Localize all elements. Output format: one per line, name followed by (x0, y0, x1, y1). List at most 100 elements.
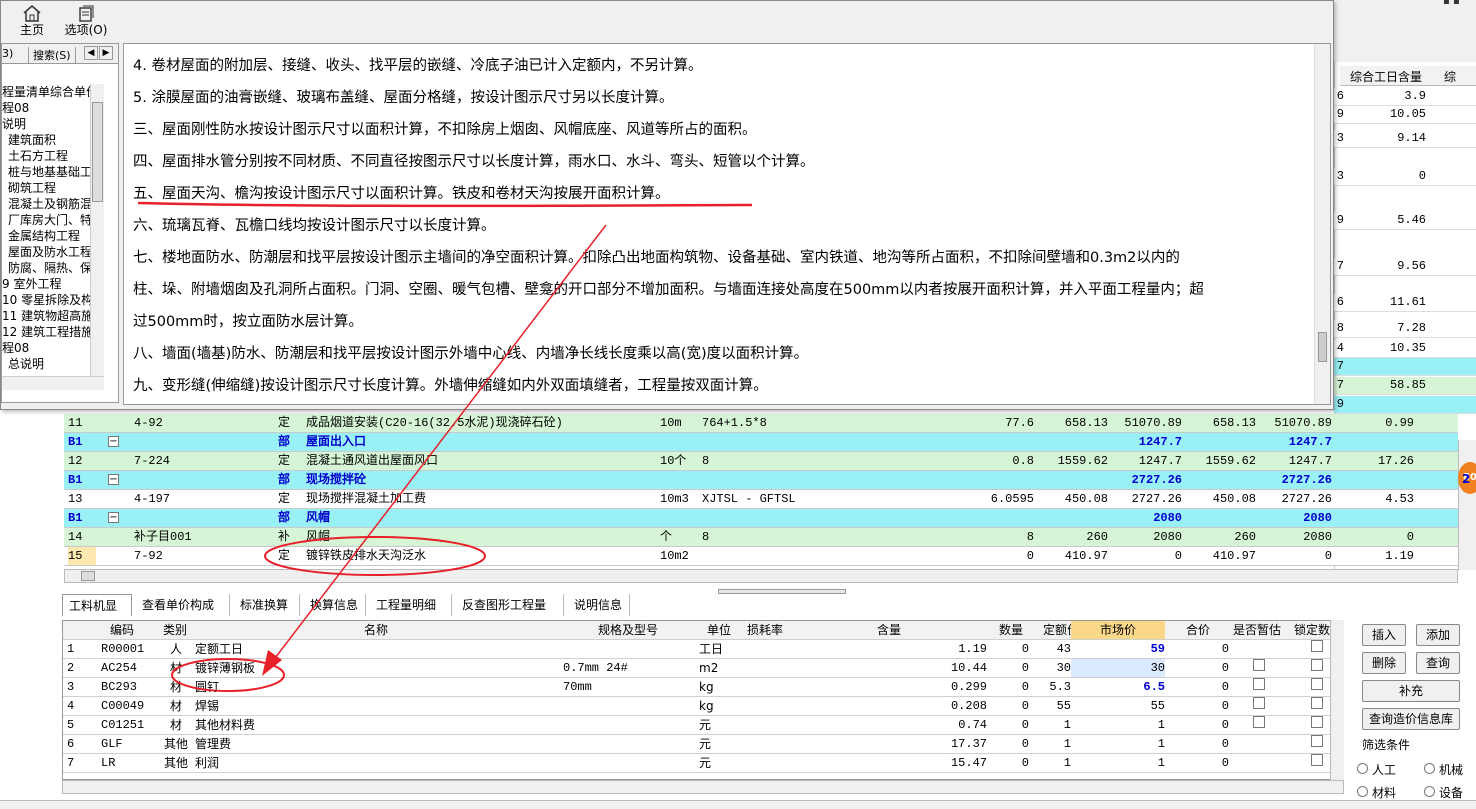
resource-hscrollbar[interactable] (62, 780, 1344, 794)
resource-row[interactable]: 4 C00049 材焊锡 kg 0.208 0 55 55 0 (63, 697, 1333, 716)
price-database-button[interactable]: 查询造价信息库 (1362, 708, 1460, 730)
bottom-tab[interactable]: 换算信息 (304, 594, 366, 616)
resource-header-cell[interactable]: 名称 (193, 621, 559, 639)
tree-item[interactable]: 12 建筑工程措施 (2, 324, 90, 340)
collapse-icon[interactable]: − (108, 436, 119, 447)
options-button[interactable]: 选项(O) (63, 3, 109, 37)
bottom-tab[interactable]: 标准换算 (234, 594, 300, 616)
tab-scroll-left-icon[interactable]: ◀ (84, 46, 98, 60)
add-button[interactable]: 添加 (1416, 624, 1460, 646)
left-nav-panel: 3) 搜索(S) ◀ ▶ 程量清单综合单价 程08 说明 建筑面积 土石方工程 桩与地基基… (1, 43, 119, 403)
query-button[interactable]: 查询 (1416, 652, 1460, 674)
radio-machine[interactable] (1424, 763, 1435, 774)
collapse-icon[interactable]: − (108, 474, 119, 485)
supplement-button[interactable]: 补充 (1362, 680, 1460, 702)
delete-button[interactable]: 删除 (1362, 652, 1406, 674)
grid-row[interactable]: 13 4-197 定 现场搅拌混凝土加工费 10m3 XJTSL - GFTSL 6.059… (64, 490, 1458, 509)
collapse-icon[interactable]: − (108, 512, 119, 523)
tab-index[interactable]: 3) (2, 47, 13, 60)
tab-scroll-right-icon[interactable]: ▶ (99, 46, 113, 60)
tree-item[interactable]: 总说明 (8, 356, 44, 372)
bottom-tab[interactable]: 工料机显示 (62, 594, 132, 635)
tree-item[interactable]: 混凝土及钢筋混 (8, 196, 90, 212)
resource-row[interactable]: 6 GLF 其他 管理费 元 17.37 0 1 1 0 (63, 735, 1333, 754)
content-scroll-thumb[interactable] (1318, 332, 1327, 362)
bottom-tab[interactable]: 查看单价构成 (136, 594, 230, 616)
tree-item[interactable]: 土石方工程 (8, 148, 68, 164)
resource-header-cell[interactable]: 损耗率 (741, 621, 789, 639)
estimate-checkbox[interactable] (1253, 697, 1265, 709)
resource-header-cell[interactable]: 类别 (157, 621, 193, 639)
estimate-checkbox[interactable] (1253, 678, 1265, 690)
home-button[interactable]: 主页 (15, 3, 49, 37)
tree-item[interactable]: 桩与地基基础工 (8, 164, 90, 180)
lock-checkbox[interactable] (1311, 678, 1323, 690)
resource-header-cell[interactable]: 合价 (1167, 621, 1229, 639)
resource-row[interactable]: 5 C01251 材其他材料费 元 0.74 0 1 1 0 (63, 716, 1333, 735)
radio-equipment[interactable] (1424, 786, 1435, 797)
tree-scroll-thumb[interactable] (92, 102, 103, 202)
tree-hscrollbar[interactable] (2, 376, 104, 390)
tree-item[interactable]: 9 室外工程 (2, 276, 61, 292)
content-vscrollbar[interactable] (1314, 44, 1330, 404)
tree-item[interactable]: 程08 (2, 340, 29, 356)
bottom-tab[interactable]: 工程量明细 (370, 594, 452, 616)
tree-item[interactable]: 10 零星拆除及构 (2, 292, 90, 308)
tree-item[interactable]: 屋面及防水工程 (8, 244, 90, 260)
resource-header-cell[interactable]: 单位 (697, 621, 741, 639)
scroll-thumb[interactable] (81, 571, 95, 581)
grid-vscrollbar[interactable] (1458, 440, 1476, 570)
lock-checkbox[interactable] (1311, 697, 1323, 709)
grid-row[interactable]: − B1 部 现场搅拌砼 2727.26 2727.26 (64, 471, 1458, 490)
grid-row[interactable]: 12 7-224 定 混凝土通风道出屋面风口 10个 8 0.8 1559.62 1247.7 1… (64, 452, 1458, 471)
tree-item[interactable]: 建筑面积 (8, 132, 56, 148)
resource-row[interactable]: 2 AC254 材镀锌薄钢板 0.7mm 24# m2 10.44 0 30 30 0 (63, 659, 1333, 678)
grid-hscrollbar[interactable] (64, 569, 1458, 583)
grid-cell-expr: XJTSL - GFTSL (702, 492, 796, 506)
tree-item[interactable]: 防腐、隔热、保 (8, 260, 90, 276)
resource-cell-unit: 工日 (699, 642, 724, 656)
tree-vscrollbar[interactable] (90, 84, 104, 376)
grid-row[interactable]: 14 补子目001 补 风帽 个 8 8 260 2080 260 2080 0 (64, 528, 1458, 547)
resource-cell-name: 其他材料费 (195, 718, 256, 732)
tree-item[interactable]: 厂库房大门、特 (8, 212, 90, 228)
resource-header-cell[interactable]: 市场价 (1071, 621, 1165, 639)
estimate-checkbox[interactable] (1253, 659, 1265, 671)
lock-checkbox[interactable] (1311, 659, 1323, 671)
radio-labor[interactable] (1357, 763, 1368, 774)
lock-checkbox[interactable] (1311, 640, 1323, 652)
resource-header-cell[interactable]: 编码 (97, 621, 147, 639)
lock-checkbox[interactable] (1311, 754, 1323, 766)
right-cell-b: 0 (1418, 169, 1426, 183)
grid-row[interactable]: 11 4-92 定 成品烟道安装(C20-16(32.5水泥)现浇碎石砼) 10m 764… (64, 414, 1458, 433)
resource-row[interactable]: 3 BC293 材圆钉 70mm kg 0.299 0 5.3 6.5 0 (63, 678, 1333, 697)
lock-checkbox[interactable] (1311, 735, 1323, 747)
lock-checkbox[interactable] (1311, 716, 1323, 728)
grid-row[interactable]: 15 7-92 定 镀锌铁皮排水天沟泛水 10m2 0 410.97 0 410.97 0 1.19 (64, 547, 1458, 566)
resource-header-cell[interactable]: 含量 (789, 621, 989, 639)
tree-item[interactable]: 程量清单综合单价 (2, 84, 90, 100)
resource-vscrollbar[interactable] (1330, 620, 1344, 780)
grid-row[interactable]: − B1 部 风帽 2080 2080 (64, 509, 1458, 528)
tree-item[interactable]: 说明 (2, 116, 26, 132)
radio-material[interactable] (1357, 786, 1368, 797)
resource-header-cell[interactable]: 数量 (993, 621, 1029, 639)
tab-search[interactable]: 搜索(S) (28, 47, 76, 63)
resource-header-cell[interactable]: 是否暂估 (1231, 621, 1283, 639)
resource-row[interactable]: 7 LR 其他 利润 元 15.47 0 1 1 0 (63, 754, 1333, 773)
resource-cell-num: 0 (1021, 718, 1029, 732)
bottom-tab[interactable]: 反查图形工程量 (456, 594, 564, 616)
tree-item[interactable]: 砌筑工程 (8, 180, 56, 196)
tree-item[interactable]: 11 建筑物超高施 (2, 308, 90, 324)
window-controls[interactable]: ▪ ▪ (1443, 0, 1473, 7)
insert-button[interactable]: 插入 (1362, 624, 1406, 646)
resource-row[interactable]: 1 R00001 人定额工日 工日 1.19 0 43 59 0 (63, 640, 1333, 659)
estimate-checkbox[interactable] (1253, 716, 1265, 728)
grid-row[interactable]: − B1 部 屋面出入口 1247.7 1247.7 (64, 433, 1458, 452)
bottom-tab[interactable]: 说明信息 (568, 594, 630, 616)
tree-item[interactable]: 金属结构工程 (8, 228, 80, 244)
grid-cell-labor: 0.99 (1385, 416, 1414, 430)
resource-header-cell[interactable]: 锁定数 (1289, 621, 1335, 639)
resource-header-cell[interactable]: 规格及型号 (561, 621, 695, 639)
tree-item[interactable]: 程08 (2, 100, 29, 116)
